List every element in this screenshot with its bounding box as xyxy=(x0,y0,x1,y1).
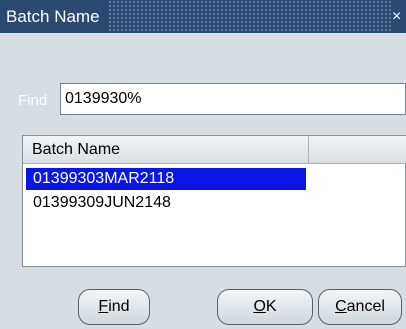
close-icon[interactable]: × xyxy=(392,0,406,33)
column-header-batch-name[interactable]: Batch Name xyxy=(23,136,309,164)
title-bar[interactable]: Batch Name × xyxy=(0,0,406,33)
cancel-button[interactable]: Cancel xyxy=(318,289,402,325)
title-container: Batch Name xyxy=(0,0,108,33)
dialog-title: Batch Name xyxy=(6,6,100,26)
cancel-mnemonic: C xyxy=(335,298,347,315)
ok-mnemonic: O xyxy=(253,298,266,315)
list-item[interactable]: 01399309JUN2148 xyxy=(26,192,306,214)
list-header: Batch Name xyxy=(23,136,406,164)
batch-name-list[interactable]: Batch Name 01399303MAR2118 01399309JUN21… xyxy=(22,135,406,267)
ok-button-label: K xyxy=(265,298,277,315)
find-button-label: ind xyxy=(108,298,130,315)
ok-button[interactable]: OK xyxy=(217,289,313,325)
list-item[interactable]: 01399303MAR2118 xyxy=(26,168,306,190)
column-header-empty xyxy=(309,136,406,164)
find-mnemonic: F xyxy=(98,298,109,315)
find-input[interactable] xyxy=(60,83,406,115)
find-button[interactable]: Find xyxy=(78,289,150,325)
cancel-button-label: ancel xyxy=(346,298,385,315)
find-label: Find xyxy=(18,92,48,109)
